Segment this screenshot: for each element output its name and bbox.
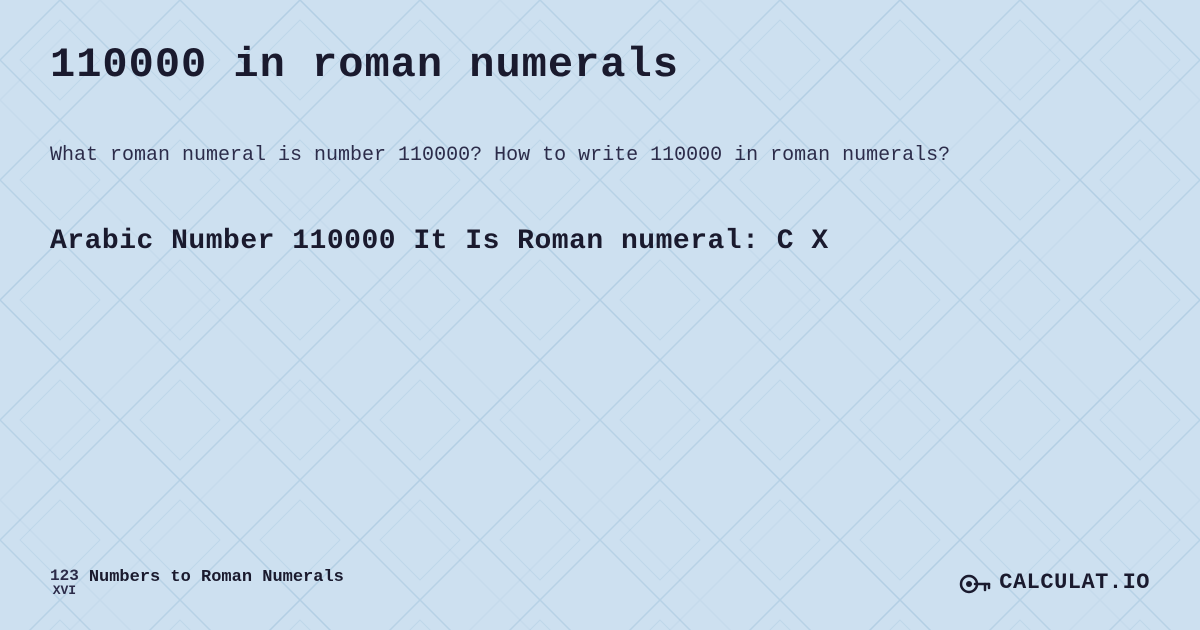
logo-text: CALCULAT.IO — [999, 570, 1150, 595]
brand-arabic: 123 — [50, 568, 79, 584]
logo-icon — [957, 564, 993, 600]
description-text: What roman numeral is number 110000? How… — [50, 140, 1150, 172]
page-title: 110000 in roman numerals — [50, 40, 1150, 90]
brand-roman: XVI — [53, 584, 76, 597]
calculat-logo: CALCULAT.IO — [957, 564, 1150, 600]
brand-numbers: 123 XVI — [50, 568, 79, 597]
result-text: Arabic Number 110000 It Is Roman numeral… — [50, 222, 1150, 261]
site-brand: 123 XVI Numbers to Roman Numerals — [50, 568, 344, 597]
brand-label: Numbers to Roman Numerals — [89, 568, 344, 587]
